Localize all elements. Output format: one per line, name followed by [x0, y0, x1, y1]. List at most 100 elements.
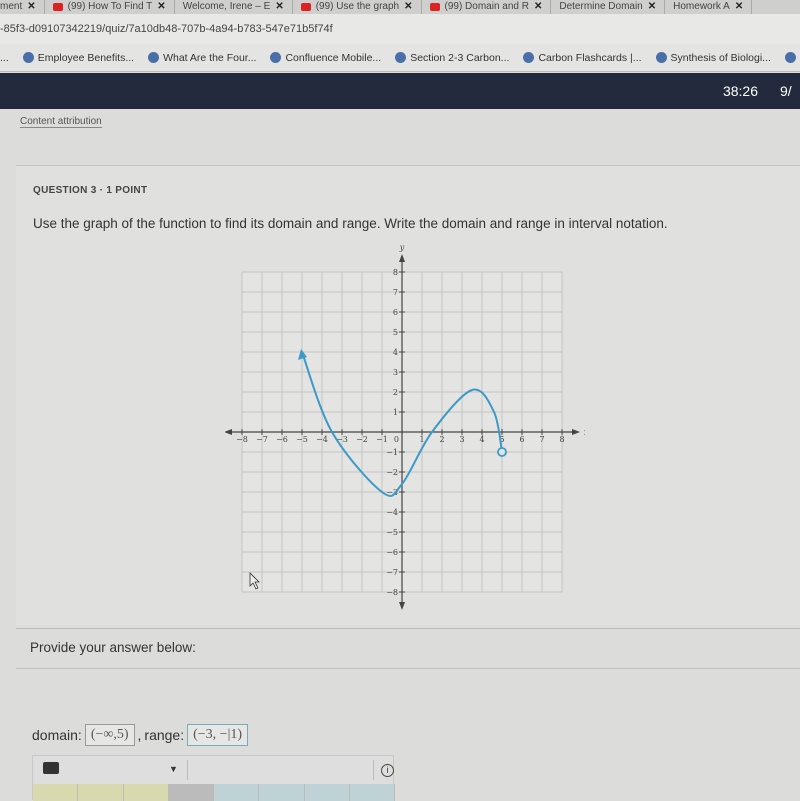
y-axis-label: y	[399, 245, 405, 252]
key[interactable]	[124, 784, 169, 801]
bookmark[interactable]: Carbo	[785, 52, 800, 64]
close-icon[interactable]: ✕	[534, 2, 542, 12]
content-attribution-link[interactable]: Content attribution	[20, 116, 102, 128]
divider	[373, 760, 374, 780]
bookmark-icon	[148, 52, 159, 63]
key[interactable]	[78, 784, 123, 801]
info-icon[interactable]: i	[381, 764, 394, 777]
x-tick-label: 4	[479, 435, 484, 444]
key[interactable]	[169, 784, 214, 801]
bookmark-icon	[785, 52, 796, 63]
page-indicator: 9/	[780, 83, 800, 99]
x-axis-arrow-icon	[572, 429, 580, 435]
tab-label: (99) How To Find T	[68, 2, 153, 12]
bookmark-icon	[395, 52, 406, 63]
bookmark-label: Carbon Flashcards |...	[538, 52, 641, 64]
y-tick-label: 6	[393, 308, 398, 317]
question-text: Use the graph of the function to find it…	[33, 216, 668, 231]
bookmark[interactable]: Carbon Flashcards |...	[523, 52, 641, 64]
tab-label: (99) Use the graph	[316, 2, 399, 12]
x-tick-label: 1	[419, 435, 424, 444]
y-tick-label: −8	[386, 588, 398, 597]
chevron-down-icon[interactable]: ▼	[169, 764, 178, 774]
address-bar[interactable]: -85f3-d09107342219/quiz/7a10db48-707b-4a…	[0, 14, 800, 44]
bookmark[interactable]: Employee Benefits...	[23, 52, 134, 64]
close-icon[interactable]: ✕	[157, 2, 165, 12]
key[interactable]	[33, 784, 78, 801]
close-icon[interactable]: ✕	[735, 2, 743, 12]
x-tick-label: −1	[376, 435, 388, 444]
y-tick-label: −4	[386, 508, 398, 517]
x-tick-label: −8	[236, 435, 248, 444]
timer: 38:26	[723, 83, 758, 99]
browser-tab[interactable]: Determine Domain ✕	[551, 0, 665, 14]
y-tick-label: 5	[393, 328, 398, 337]
x-tick-label: −4	[316, 435, 328, 444]
youtube-icon	[301, 3, 311, 11]
y-tick-label: 8	[393, 268, 398, 277]
bookmark-label: What Are the Four...	[163, 52, 256, 64]
y-tick-label: −1	[386, 448, 398, 457]
tab-label: Welcome, Irene – E	[183, 2, 271, 12]
keyboard-icon[interactable]	[43, 762, 59, 774]
range-input[interactable]: (−3, −|1)	[187, 724, 248, 746]
youtube-icon	[53, 3, 63, 11]
range-label: range:	[144, 727, 184, 743]
bookmark-icon	[656, 52, 667, 63]
x-tick-label: 7	[539, 435, 544, 444]
y-tick-label: −6	[386, 548, 398, 557]
browser-tab[interactable]: Homework A✕	[665, 0, 752, 14]
x-tick-label: 3	[459, 435, 464, 444]
browser-tab[interactable]: Welcome, Irene – E ✕	[175, 0, 293, 14]
bookmark-label: Employee Benefits...	[38, 52, 134, 64]
y-tick-label: −2	[386, 468, 398, 477]
bookmark[interactable]: Section 2-3 Carbon...	[395, 52, 509, 64]
browser-tab[interactable]: (99) How To Find T ✕	[45, 0, 175, 14]
close-icon[interactable]: ✕	[648, 2, 656, 12]
key[interactable]	[305, 784, 350, 801]
key[interactable]	[350, 784, 395, 801]
y-tick-label: 1	[393, 408, 398, 417]
y-tick-label: 7	[393, 288, 398, 297]
function-graph: −8−7−6−5−4−3−2−112345678−8−7−6−5−4−3−2−1…	[225, 245, 585, 610]
y-tick-label: 3	[393, 368, 398, 377]
y-tick-label: 2	[393, 388, 398, 397]
answer-prompt: Provide your answer below:	[30, 640, 196, 655]
bookmark-icon	[23, 52, 34, 63]
bookmark[interactable]: What Are the Four...	[148, 52, 256, 64]
origin-label: 0	[394, 435, 399, 444]
bookmark-label: Confluence Mobile...	[285, 52, 381, 64]
y-tick-label: −7	[386, 568, 398, 577]
tab-label: (99) Domain and R	[445, 2, 529, 12]
x-axis-label: x	[584, 428, 585, 437]
youtube-icon	[430, 3, 440, 11]
close-icon[interactable]: ✕	[27, 2, 35, 12]
divider	[16, 668, 800, 669]
bookmark[interactable]: Confluence Mobile...	[270, 52, 381, 64]
bookmark[interactable]: Synthesis of Biologi...	[656, 52, 771, 64]
browser-tab[interactable]: ment✕	[0, 0, 45, 14]
answer-row: domain: (−∞,5) , range: (−3, −|1)	[32, 724, 248, 746]
x-tick-label: 6	[519, 435, 524, 444]
browser-tab[interactable]: (99) Use the graph ✕	[293, 0, 422, 14]
x-tick-label: −7	[256, 435, 268, 444]
bookmark-label: Synthesis of Biologi...	[671, 52, 771, 64]
key[interactable]	[259, 784, 304, 801]
keyboard-keys	[33, 784, 395, 801]
bookmark-label: Section 2-3 Carbon...	[410, 52, 509, 64]
y-axis-arrow-icon	[399, 254, 405, 262]
key[interactable]	[214, 784, 259, 801]
close-icon[interactable]: ✕	[404, 2, 412, 12]
separator: ,	[138, 727, 142, 743]
browser-tab[interactable]: (99) Domain and R ✕	[422, 0, 552, 14]
bookmark[interactable]: ...	[0, 52, 9, 64]
x-axis-arrow-icon	[225, 429, 232, 435]
question-header: QUESTION 3 · 1 POINT	[33, 185, 147, 196]
bookmarks-bar: ... Employee Benefits... What Are the Four…	[0, 44, 800, 72]
domain-input[interactable]: (−∞,5)	[85, 724, 135, 746]
y-tick-label: −5	[386, 528, 398, 537]
close-icon[interactable]: ✕	[275, 2, 283, 12]
x-tick-label: 2	[439, 435, 444, 444]
tab-label: Determine Domain	[559, 2, 642, 12]
open-circle-endpoint	[498, 448, 506, 456]
